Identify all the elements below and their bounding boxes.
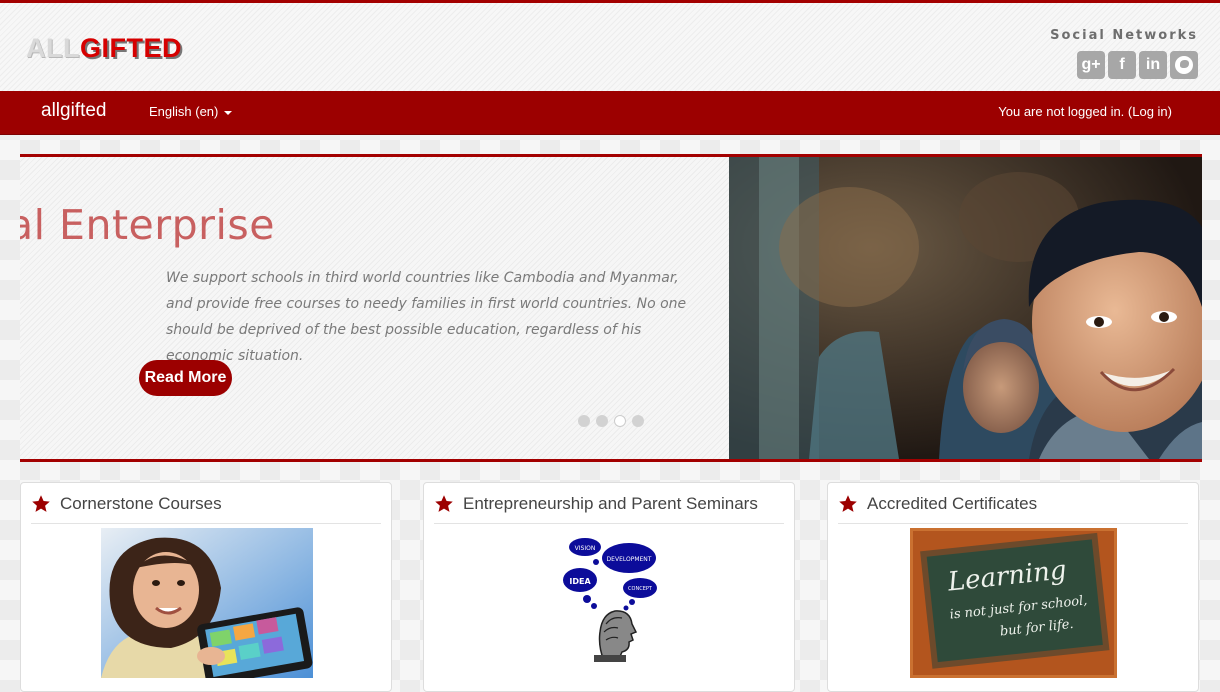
slider-pagination <box>578 415 644 427</box>
bubble-concept: CONCEPT <box>628 586 653 592</box>
globe-icon[interactable] <box>1170 51 1198 79</box>
card-title[interactable]: Accredited Certificates <box>867 494 1037 514</box>
slider-dot[interactable] <box>596 415 608 427</box>
bubble-development: DEVELOPMENT <box>607 556 652 563</box>
bubble-vision: VISION <box>575 545 596 552</box>
card-header: Cornerstone Courses <box>31 491 381 524</box>
login-status-link[interactable]: You are not logged in. (Log in) <box>998 104 1172 119</box>
social-networks-title: Social Networks <box>1050 28 1198 43</box>
slide-title: al Enterprise <box>20 201 275 249</box>
star-icon <box>435 495 453 512</box>
main-navbar: allgifted English (en) You are not logge… <box>0 91 1220 135</box>
slider-dot[interactable] <box>632 415 644 427</box>
language-label: English (en) <box>149 104 219 119</box>
star-icon <box>839 495 857 512</box>
navbar-brand[interactable]: allgifted <box>41 100 107 122</box>
card-title[interactable]: Entrepreneurship and Parent Seminars <box>463 494 758 514</box>
chevron-down-icon <box>224 110 233 115</box>
star-icon <box>32 495 50 512</box>
slide-content: al Enterprise We support schools in thir… <box>20 157 729 459</box>
slide-photo-smiling-boy <box>729 157 1202 459</box>
card-entrepreneurship-seminars[interactable]: Entrepreneurship and Parent Seminars VIS… <box>423 482 795 692</box>
logo-part-gifted: GIFTED <box>79 33 182 63</box>
read-more-button[interactable]: Read More <box>139 360 232 396</box>
card-title[interactable]: Cornerstone Courses <box>60 494 222 514</box>
slide-photo-art <box>729 157 1202 459</box>
site-logo[interactable]: ALLGIFTED <box>26 33 182 64</box>
hero-slider: al Enterprise We support schools in thir… <box>20 154 1202 462</box>
card-image-thinking-head: VISION DEVELOPMENT IDEA CONCEPT <box>563 538 657 662</box>
slider-dot-active[interactable] <box>614 415 626 427</box>
slide-text: We support schools in third world countr… <box>166 270 687 364</box>
facebook-icon[interactable]: f <box>1108 51 1136 79</box>
site-header: ALLGIFTED Social Networks g+ f in <box>0 3 1220 91</box>
card-image-girl-with-tablet <box>101 528 313 678</box>
card-accredited-certificates[interactable]: Accredited Certificates Learning is not … <box>827 482 1199 692</box>
logo-part-all: ALL <box>26 33 80 63</box>
language-menu[interactable]: English (en) <box>149 104 233 119</box>
google-plus-icon[interactable]: g+ <box>1077 51 1105 79</box>
card-cornerstone-courses[interactable]: Cornerstone Courses <box>20 482 392 692</box>
card-header: Accredited Certificates <box>838 491 1188 524</box>
card-header: Entrepreneurship and Parent Seminars <box>434 491 784 524</box>
social-icons: g+ f in <box>1077 51 1198 79</box>
card-image-chalkboard: Learning is not just for school, but for… <box>910 528 1117 678</box>
globe-shape <box>1175 56 1193 74</box>
linkedin-icon[interactable]: in <box>1139 51 1167 79</box>
bubble-idea: IDEA <box>569 577 591 586</box>
slider-dot[interactable] <box>578 415 590 427</box>
